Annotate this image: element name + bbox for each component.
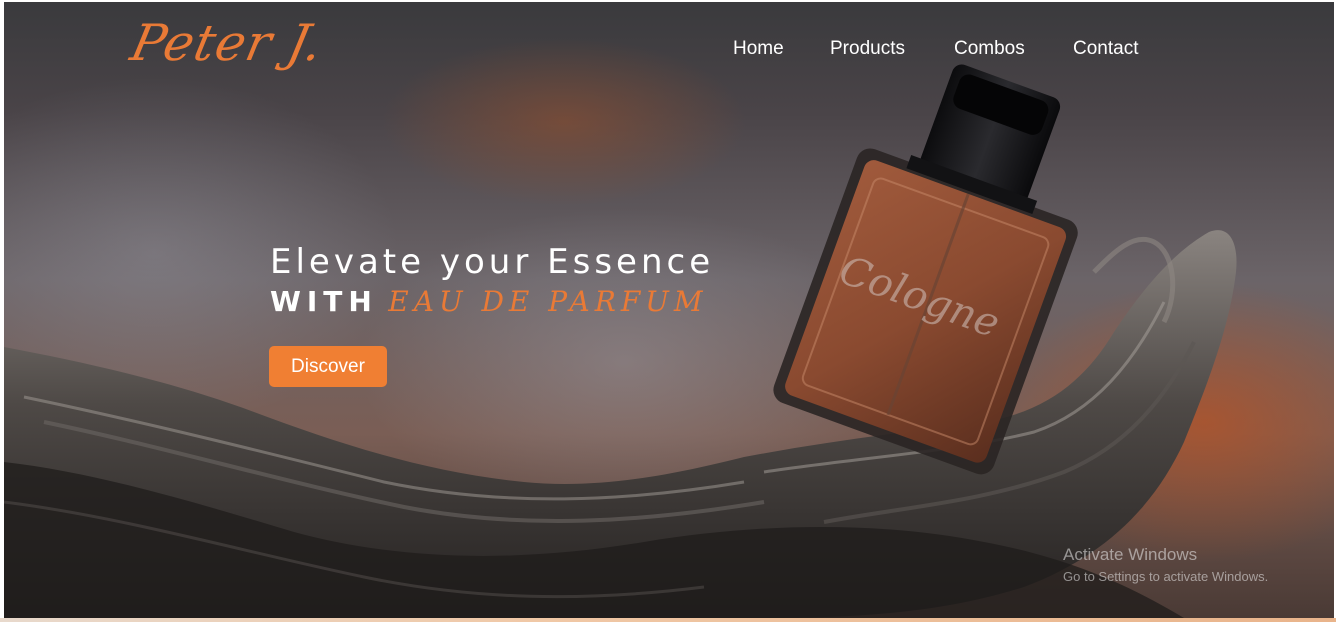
hero-subtitle-accent: EAU DE PARFUM (388, 285, 708, 318)
hero-subtitle-prefix: WITH (270, 285, 378, 318)
hero-subtitle: WITH EAU DE PARFUM (270, 285, 708, 318)
watermark-subtitle: Go to Settings to activate Windows. (1063, 569, 1269, 584)
watermark-title: Activate Windows (1063, 545, 1198, 564)
hero-title: Elevate your Essence (270, 242, 715, 282)
nav-link-products[interactable]: Products (830, 38, 905, 60)
hero-section: Peter J. Home Products Combos Contact El… (4, 2, 1334, 618)
activate-windows-watermark: Activate Windows Go to Settings to activ… (1063, 545, 1268, 584)
main-nav: Home Products Combos Contact (4, 38, 1334, 62)
bottom-edge (0, 618, 1336, 622)
nav-link-home[interactable]: Home (733, 38, 784, 60)
nav-link-contact[interactable]: Contact (1073, 38, 1138, 60)
nav-link-combos[interactable]: Combos (954, 38, 1025, 60)
discover-button[interactable]: Discover (269, 346, 387, 387)
